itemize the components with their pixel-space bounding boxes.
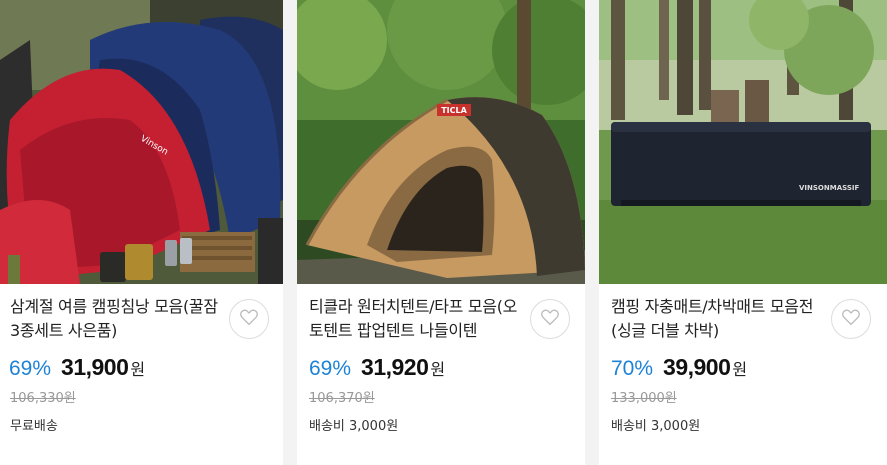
product-card[interactable]: TICLA 티클라 원터치텐트/타프 모음(오토텐트 팝업텐트 나들이텐 69%… [297,0,585,465]
product-title[interactable]: 티클라 원터치텐트/타프 모음(오토텐트 팝업텐트 나들이텐 [309,295,521,343]
currency-unit: 원 [430,360,446,379]
wishlist-button[interactable] [229,299,269,339]
heart-icon [841,308,861,330]
discount-rate: 69% [9,357,52,380]
original-price: 106,330원 [10,391,76,406]
currency-unit: 원 [732,360,748,379]
shipping-info: 배송비 3,000원 [309,419,399,434]
product-card[interactable]: VINSONMASSIF 캠핑 자충매트/차박매트 모음전(싱글 더블 차박) … [599,0,887,465]
shipping-info: 무료배송 [10,419,58,434]
svg-text:VINSONMASSIF: VINSONMASSIF [799,184,859,192]
sale-price: 31,900 [61,354,129,380]
product-title[interactable]: 캠핑 자충매트/차박매트 모음전(싱글 더블 차박) [611,295,823,343]
product-image-tent[interactable]: TICLA [297,0,585,284]
shipping-info: 배송비 3,000원 [611,419,701,434]
product-card[interactable]: Vinson 삼계절 여름 캠핑침낭 모음(꿀잠3종세트 사은품) 69% 31… [0,0,283,465]
product-title[interactable]: 삼계절 여름 캠핑침낭 모음(꿀잠3종세트 사은품) [10,295,218,343]
price-row: 70% 39,900 원 [611,354,747,381]
original-price: 133,000원 [611,391,677,406]
currency-unit: 원 [130,360,146,379]
heart-icon [239,308,259,330]
price-row: 69% 31,900 원 [9,354,145,381]
wishlist-button[interactable] [831,299,871,339]
product-image-sleeping-bag[interactable]: Vinson [0,0,283,284]
svg-text:TICLA: TICLA [441,106,467,115]
product-image-camping-mat[interactable]: VINSONMASSIF [599,0,887,284]
heart-icon [540,308,560,330]
discount-rate: 70% [611,357,654,380]
sale-price: 39,900 [663,354,731,380]
wishlist-button[interactable] [530,299,570,339]
price-row: 69% 31,920 원 [309,354,445,381]
discount-rate: 69% [309,357,352,380]
product-grid: Vinson 삼계절 여름 캠핑침낭 모음(꿀잠3종세트 사은품) 69% 31… [0,0,887,465]
original-price: 106,370원 [309,391,375,406]
sale-price: 31,920 [361,354,429,380]
